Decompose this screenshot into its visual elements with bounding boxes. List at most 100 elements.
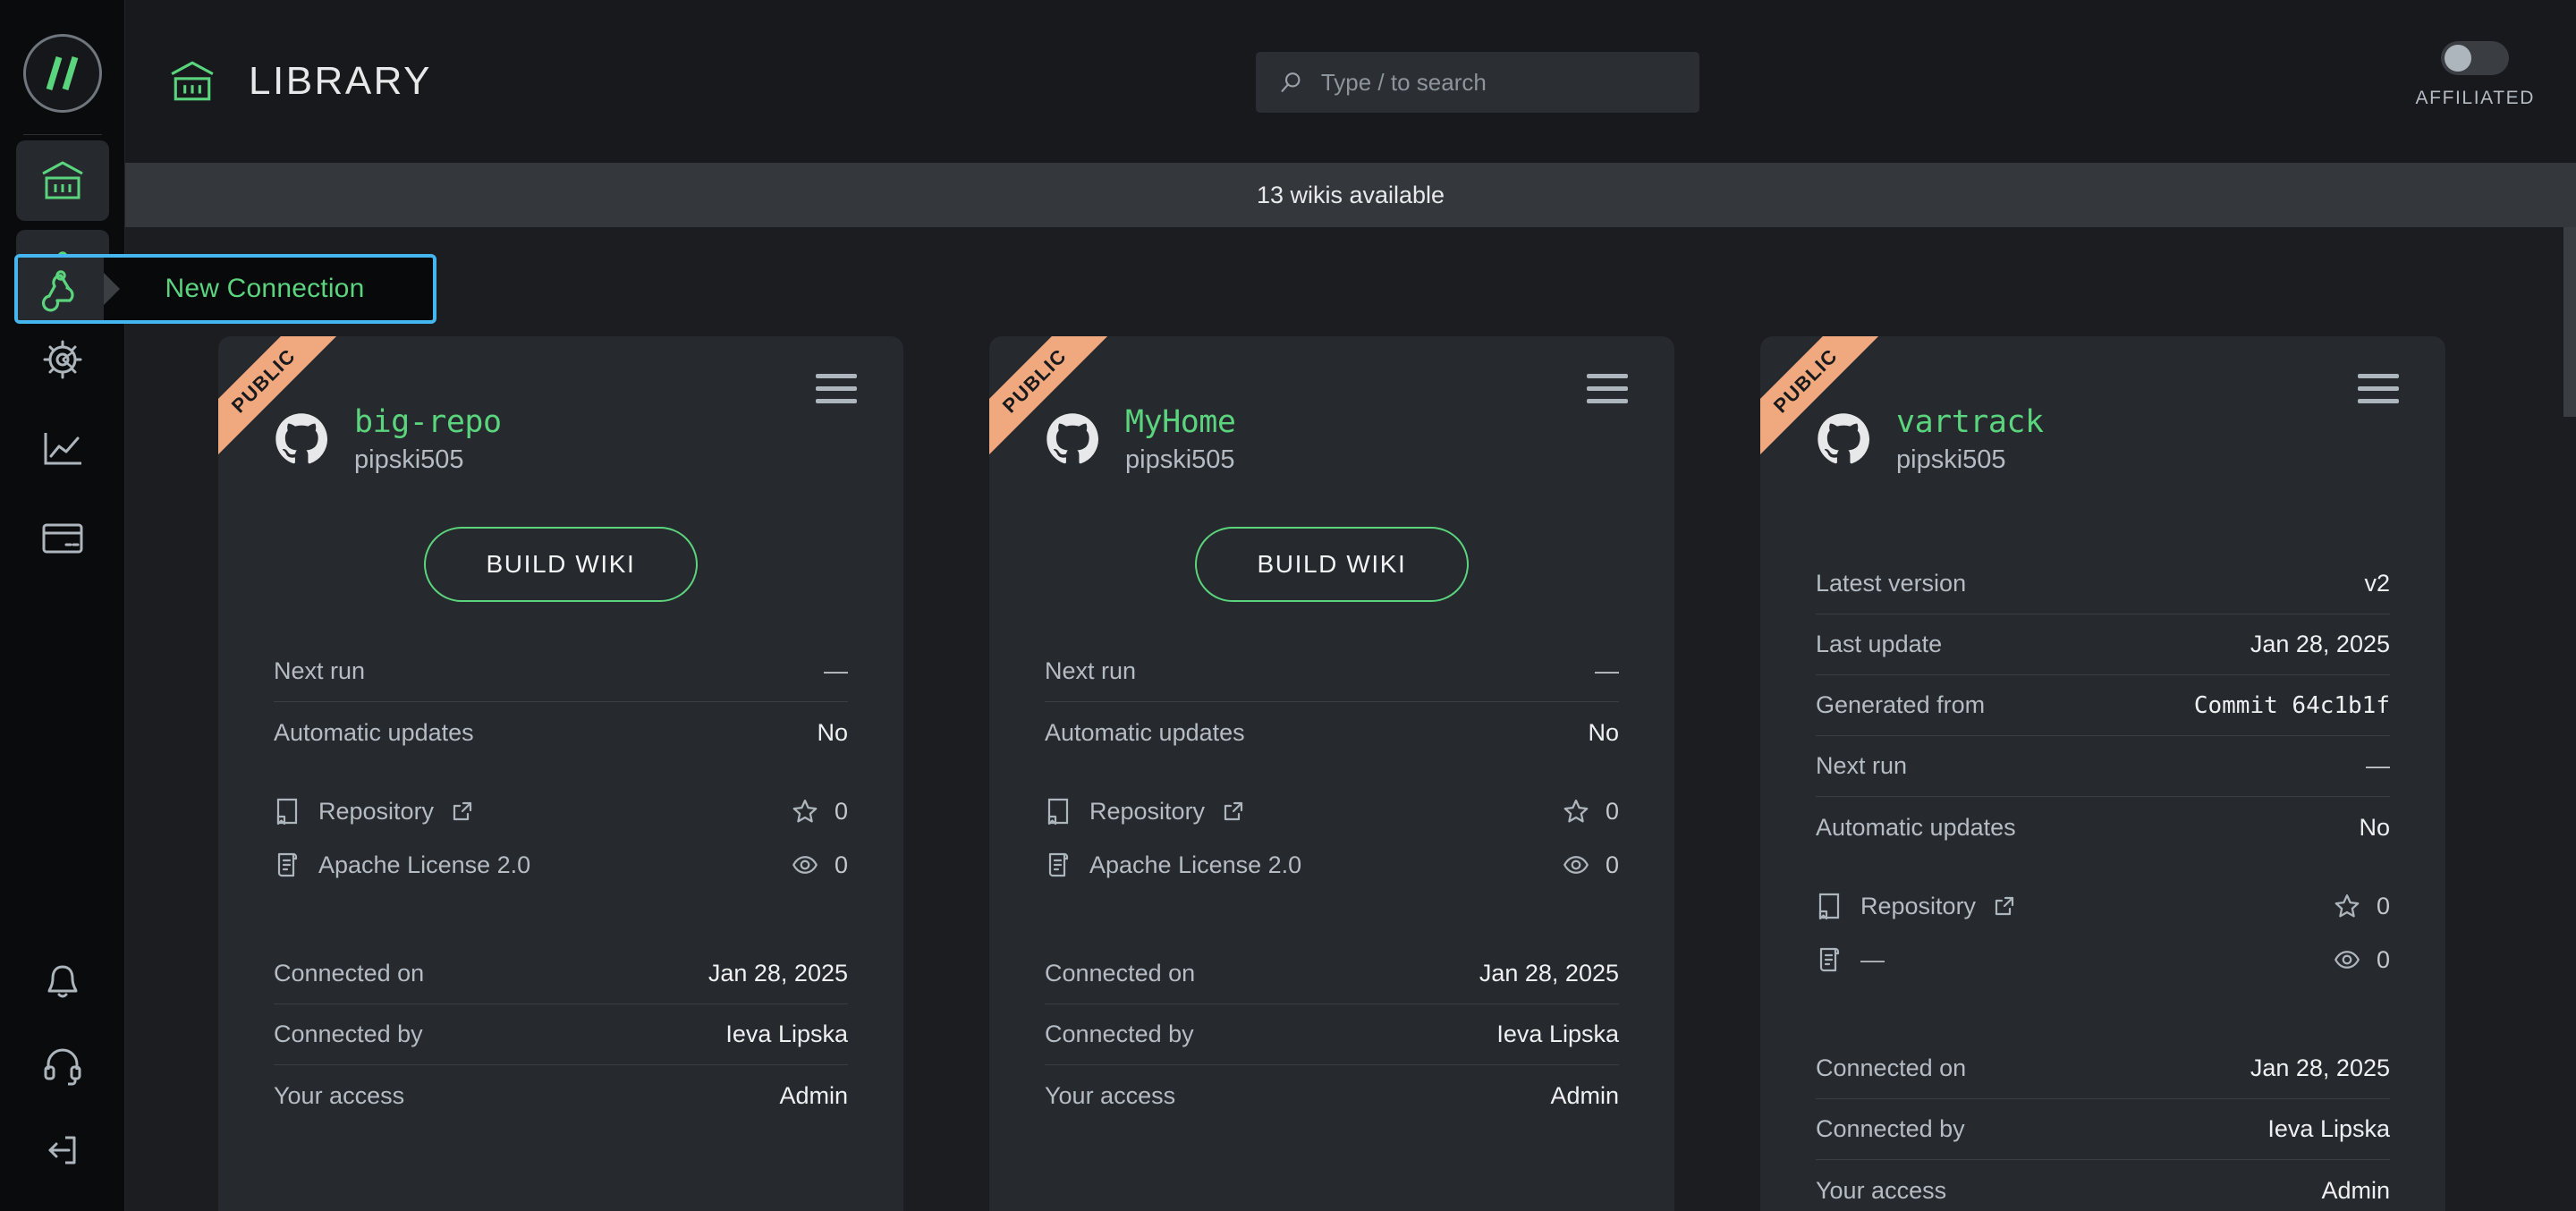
repo-meta: Repository 0: [1045, 797, 1619, 879]
scrollbar-thumb[interactable]: [2563, 227, 2576, 417]
connection-row-value: Ieva Lipska: [725, 1020, 848, 1047]
card-menu-button[interactable]: [2358, 374, 2399, 403]
eye-icon: [792, 856, 818, 874]
stars-group: 0: [1563, 798, 1619, 826]
connection-row-value: Jan 28, 2025: [708, 960, 848, 987]
connection-row: Connected on Jan 28, 2025: [274, 944, 848, 1004]
status-row-value: Commit 64c1b1f: [2193, 691, 2390, 719]
status-row-value: —: [1595, 657, 1619, 684]
book-icon: [276, 798, 298, 826]
repository-row: Repository 0: [1045, 797, 1619, 826]
main-area: LIBRARY AFFILIATED 13 wikis available: [125, 0, 2576, 1211]
sidebar-item-library[interactable]: [15, 140, 109, 221]
connection-row-key: Your access: [1816, 1176, 1947, 1204]
connection-row: Your access Admin: [274, 1065, 848, 1126]
flyout-arrow: [104, 273, 120, 305]
star-icon: [2334, 894, 2360, 918]
status-row: Generated from Commit 64c1b1f: [1816, 675, 2390, 736]
repo-owner: pipski505: [354, 445, 464, 474]
search-input[interactable]: [1320, 68, 1676, 97]
repo-name[interactable]: vartrack: [1896, 404, 2044, 440]
search-icon: [1281, 72, 1301, 92]
card-menu-button[interactable]: [1587, 374, 1628, 403]
connection-row-key: Connected by: [1816, 1115, 1965, 1142]
build-wiki-button[interactable]: BUILD WIKI: [424, 527, 698, 602]
card-header: MyHome pipski505: [1045, 336, 1619, 475]
repo-identity: big-repo pipski505: [354, 404, 502, 475]
app-root: New Connection LIBRARY Type / to search …: [0, 0, 2576, 1211]
status-row-key: Last update: [1816, 631, 1943, 657]
repository-label: Repository: [318, 797, 435, 825]
support-button[interactable]: [39, 1043, 86, 1089]
connection-row-value: Admin: [2321, 1176, 2390, 1204]
menu-line: [1587, 374, 1628, 378]
build-wiki-button[interactable]: BUILD WIKI: [1195, 527, 1469, 602]
connection-row: Connected by Ieva Lipska: [1045, 1004, 1619, 1065]
status-row: Next run —: [274, 641, 848, 702]
connection-row-key: Connected by: [274, 1020, 423, 1047]
status-row-value: No: [817, 718, 848, 746]
bank-icon: [41, 161, 83, 199]
content-scrollbar[interactable]: [2563, 227, 2576, 1211]
card-header: vartrack pipski505: [1816, 336, 2390, 475]
new-connection-flyout[interactable]: New Connection: [14, 254, 436, 324]
connection-row-key: Connected on: [1045, 960, 1196, 987]
status-row: Next run —: [1045, 641, 1619, 702]
webhook-icon: [41, 270, 74, 312]
external-link-icon: [1224, 801, 1243, 821]
cards-container: PUBLIC big-repo pipski505 BUILD WIKI Nex…: [125, 227, 2576, 1211]
rail-divider: [22, 134, 102, 135]
flyout-icon-cell: [18, 258, 104, 320]
card-header: big-repo pipski505: [274, 336, 848, 475]
repository-left[interactable]: Repository: [1816, 892, 2015, 920]
logout-icon: [48, 1136, 75, 1164]
connection-row-value: Ieva Lipska: [1496, 1020, 1619, 1047]
menu-line: [816, 399, 857, 403]
meta-spacer: [274, 879, 848, 913]
connection-row: Connected by Ieva Lipska: [274, 1004, 848, 1065]
connection-row: Connected on Jan 28, 2025: [1045, 944, 1619, 1004]
status-rows: Next run — Automatic updates No: [1045, 641, 1619, 763]
connection-rows: Connected on Jan 28, 2025 Connected by Ieva…: [1045, 944, 1619, 1126]
affiliated-label: AFFILIATED: [2415, 88, 2535, 108]
status-row-key: Generated from: [1816, 691, 1986, 718]
rail-bottom-nav: [39, 959, 86, 1211]
scroll-icon: [1819, 947, 1840, 972]
license-label: Apache License 2.0: [1089, 851, 1302, 878]
menu-line: [1587, 386, 1628, 391]
menu-line: [2358, 374, 2399, 378]
license-label: —: [1860, 945, 1885, 973]
license-left: Apache License 2.0: [274, 851, 530, 879]
repository-label: Repository: [1860, 892, 1977, 919]
sidebar-item-settings[interactable]: [16, 319, 109, 400]
repository-left[interactable]: Repository: [1045, 797, 1244, 826]
connection-row-key: Connected by: [1045, 1020, 1194, 1047]
connection-row-value: Admin: [1550, 1081, 1619, 1109]
card-menu-button[interactable]: [816, 374, 857, 403]
stars-count: 0: [834, 797, 848, 825]
wiki-count-text: 13 wikis available: [1256, 181, 1445, 208]
connection-row-key: Connected on: [1816, 1054, 1967, 1081]
license-label: Apache License 2.0: [318, 851, 531, 878]
status-row-key: Latest version: [1816, 570, 1967, 597]
status-row: Automatic updates No: [1045, 702, 1619, 763]
sidebar-item-billing[interactable]: [16, 498, 109, 579]
connection-row: Your access Admin: [1045, 1065, 1619, 1126]
github-icon: [1046, 412, 1099, 463]
status-row: Automatic updates No: [1816, 797, 2390, 858]
menu-line: [1587, 399, 1628, 403]
connection-row-key: Your access: [1045, 1081, 1176, 1109]
affiliated-toggle-group: AFFILIATED: [2416, 41, 2535, 109]
repo-name[interactable]: big-repo: [354, 404, 502, 440]
search-bar[interactable]: [1256, 52, 1699, 113]
repository-row: Repository 0: [1816, 892, 2390, 920]
repository-left[interactable]: Repository: [274, 797, 473, 826]
repo-name[interactable]: MyHome: [1125, 404, 1236, 440]
status-row: Last update Jan 28, 2025: [1816, 614, 2390, 675]
affiliated-toggle[interactable]: [2441, 41, 2510, 75]
logout-button[interactable]: [39, 1127, 86, 1173]
sidebar-item-analytics[interactable]: [16, 409, 109, 489]
notifications-button[interactable]: [39, 959, 86, 1005]
repo-owner: pipski505: [1896, 445, 2006, 474]
repository-label: Repository: [1089, 797, 1206, 825]
